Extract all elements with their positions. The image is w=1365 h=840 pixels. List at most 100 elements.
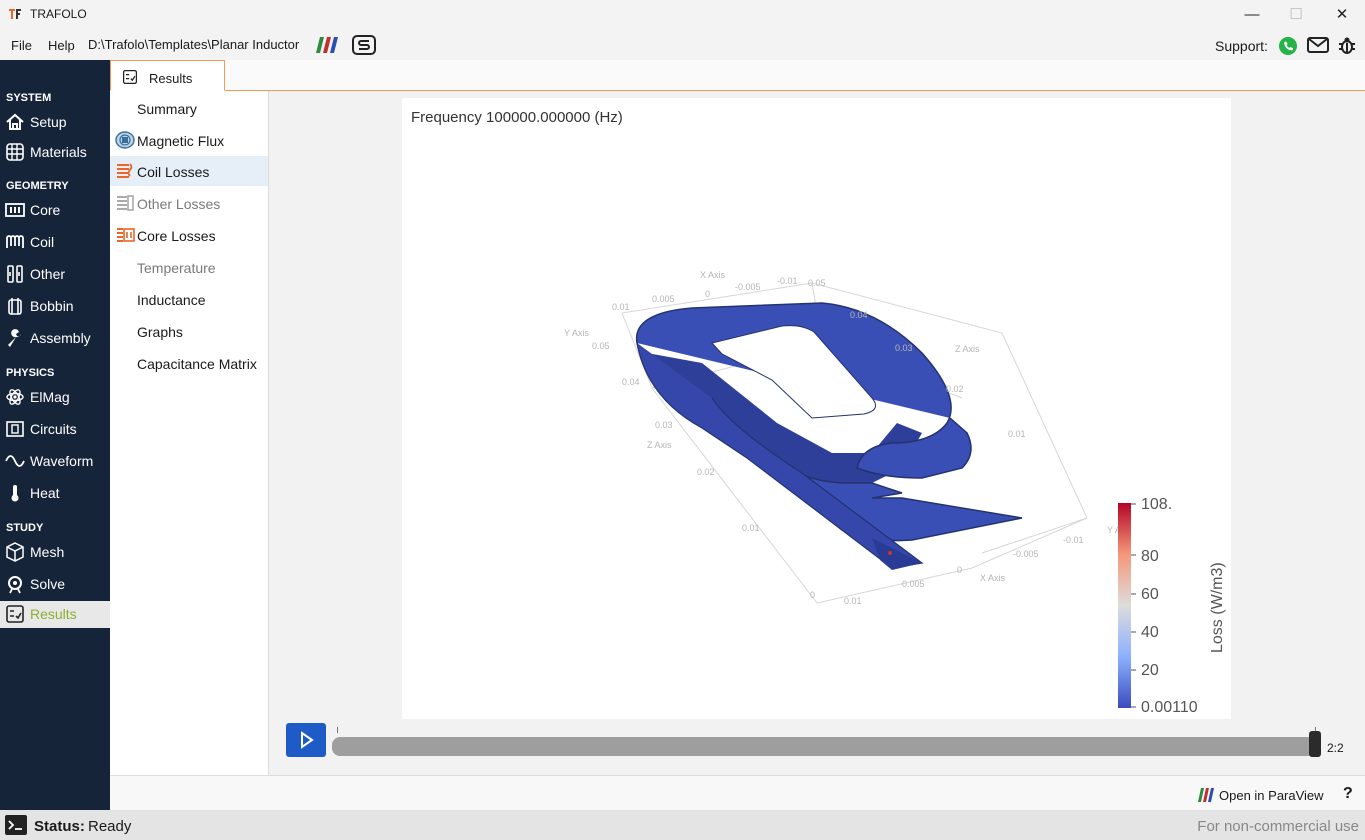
tick-label: 0.02: [697, 467, 715, 477]
section-system: SYSTEM: [6, 92, 52, 104]
tick-label: 0.02: [946, 384, 964, 394]
subnav-label: Temperature: [137, 260, 216, 276]
wrench-icon: [8, 329, 21, 347]
help-button[interactable]: ?: [1343, 785, 1353, 803]
play-icon: [301, 731, 314, 749]
project-path: D:\Trafolo\Templates\Planar Inductor: [88, 37, 300, 52]
subnav-temperature[interactable]: Temperature: [110, 252, 268, 282]
sidebar-item-label: Materials: [30, 144, 87, 160]
sidebar-item-materials[interactable]: Materials: [0, 139, 110, 165]
thermometer-icon: [11, 485, 19, 502]
subnav-summary[interactable]: Summary: [110, 93, 268, 123]
status-bar: Status: Ready For non-commercial use: [0, 810, 1365, 840]
time-slider-thumb[interactable]: [1309, 731, 1321, 757]
paraview-logo-icon[interactable]: [316, 36, 340, 54]
3d-viewport[interactable]: Frequency 100000.000000 (Hz) X Axis Y Ax…: [402, 98, 1231, 719]
sidebar-item-other[interactable]: Other: [0, 261, 110, 287]
sidebar-item-label: Results: [30, 606, 77, 622]
sidebar-item-coil[interactable]: Coil: [0, 229, 110, 255]
results-checklist-icon: [6, 605, 24, 623]
sidebar: SYSTEM Setup Materials GEOMETRY Core Coi…: [0, 60, 110, 810]
materials-grid-icon: [6, 143, 24, 161]
colorbar-label: 80: [1141, 548, 1159, 565]
sidebar-item-label: Core: [30, 202, 61, 218]
axis-label: X Axis: [980, 573, 1006, 583]
paraview-logo-icon: [1198, 788, 1214, 802]
whatsapp-icon[interactable]: [1278, 36, 1298, 56]
tick-label: 0.01: [612, 302, 630, 312]
sidebar-item-label: Solve: [30, 576, 66, 592]
tick-label: 0.04: [622, 377, 640, 387]
subnav-magnetic-flux[interactable]: Magnetic Flux: [110, 125, 268, 155]
trafolo-logo-icon: [9, 9, 21, 19]
close-button[interactable]: ✕: [1327, 4, 1357, 26]
status-label: Status:: [34, 818, 85, 835]
menu-bar: File Help D:\Trafolo\Templates\Planar In…: [0, 30, 1365, 60]
menu-help[interactable]: Help: [48, 38, 75, 53]
sidebar-item-label: Assembly: [30, 330, 91, 346]
status-value: Ready: [88, 818, 132, 835]
subnav-coil-losses[interactable]: Coil Losses: [110, 156, 268, 186]
tick-label: 0.005: [652, 294, 675, 304]
tab-results[interactable]: Results: [110, 60, 225, 91]
results-content: Frequency 100000.000000 (Hz) X Axis Y Ax…: [269, 91, 1365, 775]
license-notice: For non-commercial use: [1197, 818, 1359, 835]
subnav-core-losses[interactable]: Core Losses: [110, 220, 268, 250]
tick-label: 0.01: [1008, 429, 1026, 439]
subnav-capacitance-matrix[interactable]: Capacitance Matrix: [110, 348, 268, 378]
sidebar-item-mesh[interactable]: Mesh: [0, 539, 110, 565]
minimize-button[interactable]: —: [1237, 4, 1267, 26]
sidebar-item-setup[interactable]: Setup: [0, 109, 110, 135]
results-checklist-icon: [122, 69, 138, 85]
sidebar-item-solve[interactable]: Solve: [0, 571, 110, 597]
bug-report-icon[interactable]: [1337, 35, 1357, 55]
terminal-icon[interactable]: [5, 815, 27, 835]
sidebar-item-circuits[interactable]: Circuits: [0, 416, 110, 442]
sidebar-item-label: Bobbin: [30, 298, 74, 314]
colorbar-label: 108.: [1141, 496, 1172, 513]
subnav-other-losses[interactable]: Other Losses: [110, 188, 268, 218]
core-icon: [5, 203, 25, 217]
maximize-button[interactable]: ☐: [1281, 4, 1311, 26]
sidebar-item-heat[interactable]: Heat: [0, 480, 110, 506]
open-in-paraview-button[interactable]: Open in ParaView: [1219, 788, 1324, 803]
mail-icon[interactable]: [1307, 37, 1329, 53]
tick-label: -0.01: [1063, 535, 1084, 545]
sidebar-item-results[interactable]: Results: [0, 601, 110, 628]
tick-label: 0.03: [895, 343, 913, 353]
subnav-graphs[interactable]: Graphs: [110, 316, 268, 346]
time-slider-track[interactable]: [332, 737, 1315, 756]
tab-bar: Results: [110, 60, 1365, 91]
colorbar-label: 40: [1141, 624, 1159, 641]
subnav-label: Summary: [137, 101, 197, 117]
sidebar-item-label: Waveform: [30, 453, 94, 469]
circuit-icon: [6, 421, 24, 437]
simulation-s-icon[interactable]: [352, 35, 376, 55]
colorbar-title: Loss (W/m3): [1209, 562, 1226, 653]
section-study: STUDY: [6, 522, 44, 534]
home-icon: [6, 113, 24, 130]
title-bar: TRAFOLO — ☐ ✕: [0, 0, 1365, 30]
sidebar-item-bobbin[interactable]: Bobbin: [0, 293, 110, 319]
tab-label: Results: [149, 71, 193, 86]
section-geometry: GEOMETRY: [6, 180, 69, 192]
play-button[interactable]: [286, 723, 326, 757]
axis-label: X Axis: [700, 270, 726, 280]
bobbin-icon: [8, 298, 22, 315]
colorbar-label: 0.00110: [1141, 699, 1198, 716]
solve-gear-icon: [8, 576, 22, 594]
sidebar-item-label: Other: [30, 266, 66, 282]
subnav-inductance[interactable]: Inductance: [110, 284, 268, 314]
sine-wave-icon: [5, 455, 25, 467]
results-subnav: Summary Magnetic Flux Coil Losses Other …: [110, 91, 269, 775]
menu-file[interactable]: File: [11, 38, 32, 53]
sidebar-item-core[interactable]: Core: [0, 197, 110, 223]
coil-losses-icon: [117, 163, 133, 178]
other-parts-icon: [7, 265, 23, 283]
sidebar-item-elmag[interactable]: ElMag: [0, 384, 110, 410]
sidebar-item-waveform[interactable]: Waveform: [0, 448, 110, 474]
colorbar-labels: 108. 80 60 40 20 0.00110: [1141, 496, 1198, 716]
sidebar-item-assembly[interactable]: Assembly: [0, 325, 110, 351]
subnav-label: Core Losses: [137, 228, 216, 244]
section-physics: PHYSICS: [6, 367, 55, 379]
